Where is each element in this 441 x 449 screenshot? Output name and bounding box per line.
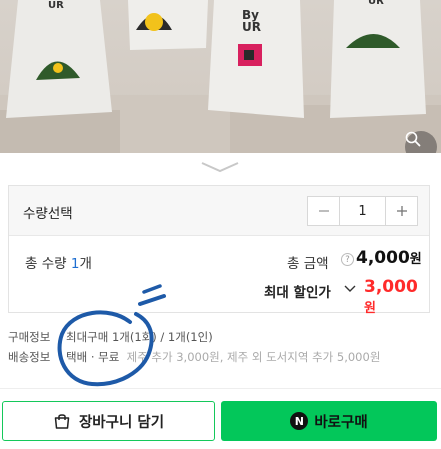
total-quantity: 총 수량 1개 [25,252,92,272]
quantity-row: 수량선택 1 [9,186,429,236]
shipping-extra-fee: 제주 추가 3,000원, 제주 외 도서지역 추가 5,000원 [126,350,381,364]
increase-button[interactable] [386,197,417,225]
total-amount-value: 4,000 [356,248,410,268]
help-icon[interactable]: ? [341,253,354,266]
section-divider [0,388,441,389]
purchase-info: 구매정보 최대구매 1개(1회) / 1개(1인) [8,329,213,345]
shipping-info-label: 배송정보 [8,350,51,364]
magnifier-icon [405,131,421,147]
coffee-packs-illustration [0,0,441,153]
max-discount-value: 3,000 [364,277,418,297]
total-amount-unit: 원 [409,252,422,267]
max-discount-label[interactable]: 최대 할인가 [264,281,331,301]
quantity-label: 수량선택 [23,206,73,222]
purchase-info-label: 구매정보 [8,330,51,344]
total-quantity-prefix: 총 수량 [25,256,71,272]
total-quantity-suffix: 개 [79,256,92,272]
pack-label-1: UR [48,0,64,11]
chevron-down-icon[interactable] [344,284,356,294]
purchase-info-text: 최대구매 1개(1회) / 1개(1인) [66,330,213,344]
plus-icon [396,206,407,216]
pack-label-4: UR [368,0,384,7]
minus-icon [318,210,329,212]
total-amount-label: 총 금액 [287,256,329,272]
option-panel: 수량선택 1 총 수량 1개 총 금액 ? 4,000원 최대 할인가 3,00… [8,185,430,316]
quantity-stepper: 1 [307,196,418,226]
add-to-cart-label: 장바구니 담기 [78,414,165,431]
expand-chevron-icon[interactable] [200,160,240,174]
add-to-cart-button[interactable]: 장바구니 담기 [2,401,215,441]
total-row: 총 수량 1개 총 금액 ? 4,000원 최대 할인가 3,000원 [9,237,429,316]
product-photo[interactable]: UR By UR UR [0,0,441,153]
shipping-info-text: 택배 · 무료 [66,350,120,364]
decrease-button[interactable] [308,197,339,225]
quantity-value[interactable]: 1 [339,197,386,225]
buy-now-label: 바로구매 [314,414,368,431]
buy-now-button[interactable]: N 바로구매 [221,401,437,441]
total-amount: 4,000원 [356,248,422,268]
shipping-info: 배송정보 택배 · 무료 제주 추가 3,000원, 제주 외 도서지역 추가 5… [8,349,380,365]
pack-label-3b: UR [242,20,261,34]
product-detail-page: UR By UR UR 수량선택 1 총 수량 1개 총 금액 ? 4,000원… [0,0,441,449]
max-discount-price: 3,000 원 [364,277,429,317]
shopping-bag-icon [54,414,70,429]
max-discount-unit: 원 [364,301,376,316]
npay-icon: N [290,412,309,430]
